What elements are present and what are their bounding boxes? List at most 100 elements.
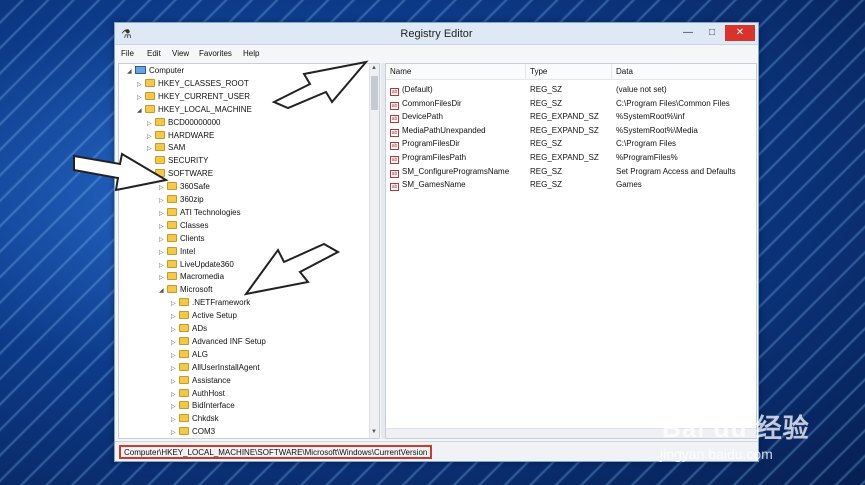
folder-icon xyxy=(179,311,189,320)
values-pane[interactable]: Name Type Data ab (Default) REG_SZ (value n… xyxy=(385,63,757,439)
tree-item-label: LiveUpdate360 xyxy=(180,259,234,269)
menu-view[interactable]: View xyxy=(172,49,189,58)
expander-icon[interactable]: ▷ xyxy=(147,120,155,127)
title-bar[interactable]: ⚗ Registry Editor — □ ✕ xyxy=(115,23,758,45)
value-row[interactable]: ab ProgramFilesPath REG_EXPAND_SZ %ProgramF… xyxy=(386,152,756,165)
arrow-shape xyxy=(271,60,369,110)
expander-icon[interactable]: ▷ xyxy=(159,249,167,256)
tree-item[interactable]: ▷ AuthHost xyxy=(171,388,225,402)
value-name-cell: ab SM_ConfigureProgramsName xyxy=(390,167,509,178)
tree-item[interactable]: ◢ Computer xyxy=(127,66,184,79)
expander-icon[interactable]: ▷ xyxy=(159,223,167,230)
tree-item[interactable]: ▷ HARDWARE xyxy=(147,130,214,144)
tree-item-label: COM3 xyxy=(192,427,216,437)
menu-file[interactable]: File xyxy=(121,49,134,58)
expander-icon[interactable]: ◢ xyxy=(159,287,167,294)
expander-icon[interactable]: ▷ xyxy=(171,352,179,359)
value-data: C:\Program Files\Common Files xyxy=(616,98,730,108)
tree-item[interactable]: ▷ ADs xyxy=(171,324,207,337)
expander-icon[interactable]: ◢ xyxy=(137,107,145,114)
expander-icon[interactable]: ▷ xyxy=(159,210,167,217)
expander-icon[interactable]: ▷ xyxy=(159,274,167,281)
value-row[interactable]: ab SM_ConfigureProgramsName REG_SZ Set Prog… xyxy=(386,166,756,179)
expander-icon[interactable]: ▷ xyxy=(171,429,179,436)
tree-item[interactable]: ▷ AllUserInstallAgent xyxy=(171,362,260,376)
tree-item[interactable]: ▷ Active Setup xyxy=(171,311,237,324)
tree-item-label: Advanced INF Setup xyxy=(192,336,266,346)
maximize-button[interactable]: □ xyxy=(701,25,723,41)
tree-item[interactable]: ▷ Classes xyxy=(159,220,208,234)
value-name-cell: ab ProgramFilesPath xyxy=(390,153,466,164)
folder-icon xyxy=(167,233,177,242)
value-name: (Default) xyxy=(402,85,433,94)
tree-item[interactable]: ◢ Microsoft xyxy=(159,285,212,298)
scroll-thumb[interactable] xyxy=(371,76,378,110)
expander-icon[interactable]: ▷ xyxy=(171,339,179,346)
value-name-cell: ab MediaPathUnexpanded xyxy=(390,126,486,137)
folder-icon xyxy=(179,362,189,371)
string-value-icon: ab xyxy=(390,88,399,96)
expander-icon[interactable]: ▷ xyxy=(171,391,179,398)
value-row[interactable]: ab (Default) REG_SZ (value not set) xyxy=(386,84,756,97)
value-row[interactable]: ab DevicePath REG_EXPAND_SZ %SystemRoot%\in… xyxy=(386,111,756,124)
tree-item[interactable]: ◢ HKEY_LOCAL_MACHINE xyxy=(137,104,252,118)
string-value-icon: ab xyxy=(390,115,399,124)
tree-item[interactable]: ▷ .NETFramework xyxy=(171,298,250,311)
close-button[interactable]: ✕ xyxy=(725,25,755,41)
expander-icon[interactable]: ▷ xyxy=(159,262,167,269)
expander-icon[interactable]: ▷ xyxy=(171,300,179,307)
expander-icon[interactable]: ▷ xyxy=(171,416,179,423)
expander-icon[interactable]: ▷ xyxy=(137,81,145,88)
tree-item-label: ATI Technologies xyxy=(180,207,241,217)
tree-item-label: AllUserInstallAgent xyxy=(192,362,260,372)
expander-icon[interactable]: ▷ xyxy=(171,378,179,385)
tree-item[interactable]: ▷ LiveUpdate360 xyxy=(159,259,234,273)
folder-icon xyxy=(145,104,155,113)
expander-icon[interactable]: ▷ xyxy=(171,403,179,410)
expander-icon[interactable]: ▷ xyxy=(159,197,167,204)
menu-help[interactable]: Help xyxy=(243,49,259,58)
menu-edit[interactable]: Edit xyxy=(147,49,161,58)
menu-favorites[interactable]: Favorites xyxy=(199,49,232,58)
tree-item[interactable]: ▷ COM3 xyxy=(171,427,216,438)
value-row[interactable]: ab CommonFilesDir REG_SZ C:\Program Files\C… xyxy=(386,98,756,111)
tree-item[interactable]: ▷ BCD00000000 xyxy=(147,117,221,131)
value-name: SM_ConfigureProgramsName xyxy=(402,166,510,176)
tree-item[interactable]: ▷ HKEY_CURRENT_USER xyxy=(137,91,250,105)
expander-icon[interactable]: ▷ xyxy=(171,326,179,333)
tree-item[interactable]: ▷ ALG xyxy=(171,349,208,363)
value-data: %SystemRoot%\Media xyxy=(616,125,698,135)
tree-item[interactable]: ▷ ATI Technologies xyxy=(159,207,241,221)
tree-item[interactable]: ▷ Chkdsk xyxy=(171,414,219,427)
expander-icon[interactable]: ▷ xyxy=(171,313,179,320)
value-data: C:\Program Files xyxy=(616,139,677,149)
tree-vertical-scrollbar[interactable]: ▲ ▼ xyxy=(369,64,379,438)
value-row[interactable]: ab SM_GamesName REG_SZ Games xyxy=(386,179,756,192)
expander-icon[interactable]: ▷ xyxy=(147,133,155,140)
tree-item[interactable]: ▷ Advanced INF Setup xyxy=(171,336,266,350)
expander-icon[interactable]: ▷ xyxy=(137,94,145,101)
tree-item[interactable]: ▷ 360zip xyxy=(159,195,204,208)
scroll-up-icon[interactable]: ▲ xyxy=(371,65,377,71)
expander-icon[interactable]: ◢ xyxy=(127,68,135,75)
folder-icon xyxy=(167,259,177,268)
column-header-data[interactable]: Data xyxy=(612,64,756,80)
tree-item[interactable]: ▷ Assistance xyxy=(171,375,231,389)
expander-icon[interactable]: ▷ xyxy=(171,365,179,372)
tree-item-label: BCD00000000 xyxy=(168,117,221,127)
tree-item[interactable]: ▷ BidInterface xyxy=(171,401,235,414)
tree-item[interactable]: ▷ Macromedia xyxy=(159,272,224,285)
scroll-down-icon[interactable]: ▼ xyxy=(371,429,377,435)
column-header-type[interactable]: Type xyxy=(526,64,612,80)
value-row[interactable]: ab MediaPathUnexpanded REG_EXPAND_SZ %Syste… xyxy=(386,125,756,138)
string-value-icon: ab xyxy=(390,142,399,151)
column-header-name[interactable]: Name xyxy=(386,64,526,80)
tree-item-label: 360Safe xyxy=(180,182,210,192)
value-row[interactable]: ab ProgramFilesDir REG_SZ C:\Program Files xyxy=(386,138,756,151)
expander-icon[interactable]: ▷ xyxy=(159,236,167,243)
tree-item[interactable]: ▷ Intel xyxy=(159,246,195,260)
minimize-button[interactable]: — xyxy=(677,25,699,41)
tree-item[interactable]: ▷ HKEY_CLASSES_ROOT xyxy=(137,78,249,92)
tree-item-label: Computer xyxy=(149,66,185,75)
tree-item[interactable]: ▷ Clients xyxy=(159,233,204,247)
